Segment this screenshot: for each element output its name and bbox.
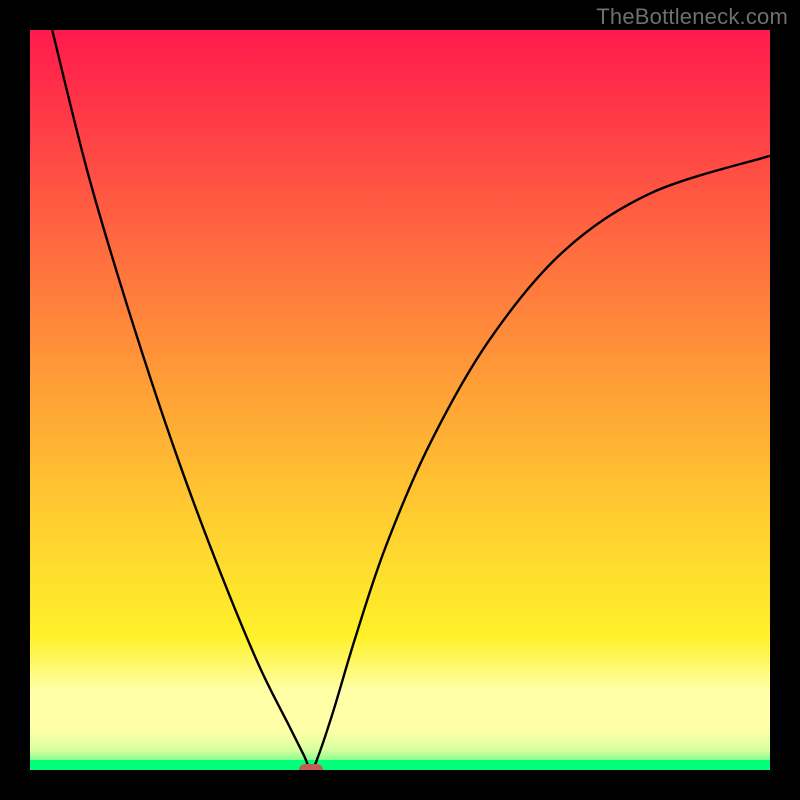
chart-frame: TheBottleneck.com [0,0,800,800]
curve-svg [30,30,770,770]
bottleneck-curve [52,30,770,770]
watermark-text: TheBottleneck.com [596,4,788,30]
plot-area [30,30,770,770]
optimal-marker [299,764,323,770]
